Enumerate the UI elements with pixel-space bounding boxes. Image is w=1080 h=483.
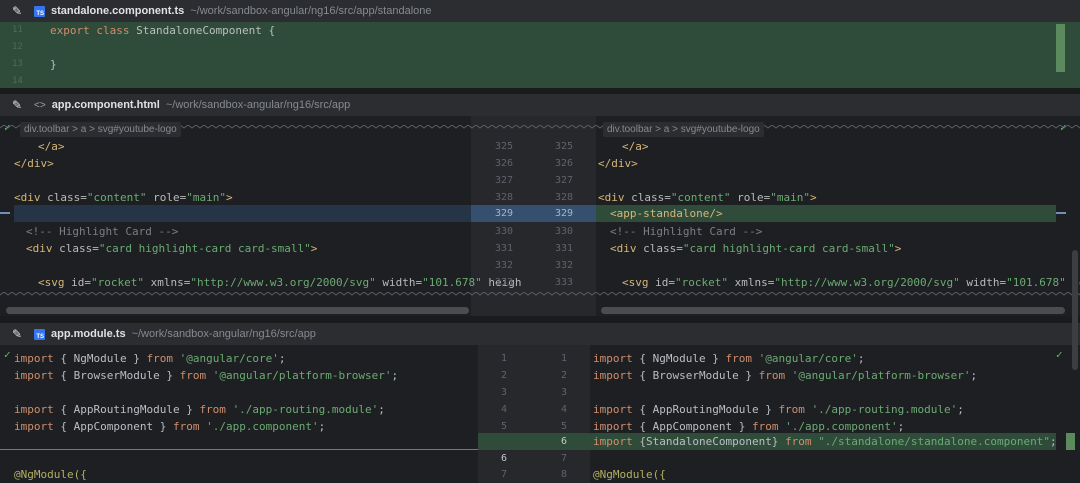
line-number: 13 [12,59,23,69]
file-path: ~/work/sandbox-angular/ng16/src/app [165,99,351,111]
code-line: @NgModule({ [14,468,87,481]
code-line: import { NgModule } from '@angular/core'… [14,352,286,365]
change-marker [0,212,10,214]
edit-icon[interactable]: ✎ [12,328,24,340]
left-line-number: 1 [500,353,508,364]
right-line-number: 326 [554,158,574,169]
file-path: ~/work/sandbox-angular/ng16/src/app/stan… [190,5,432,17]
code-line: </a> [622,140,649,153]
code-line: <div class="card highlight-card card-sma… [26,242,318,255]
file-path: ~/work/sandbox-angular/ng16/src/app [131,328,316,340]
code-line: import {StandaloneComponent} from "./sta… [593,435,1057,448]
code-line: import { AppComponent } from './app.comp… [14,420,326,433]
edit-icon[interactable]: ✎ [12,99,24,111]
vertical-scrollbar[interactable] [1072,250,1078,370]
right-line-number: 4 [560,404,568,415]
right-line-number: 325 [554,141,574,152]
code-line: export class StandaloneComponent { [50,24,276,37]
code-line: import { BrowserModule } from '@angular/… [593,369,978,382]
left-line-number: 2 [500,370,508,381]
left-line-number: 329 [494,208,514,219]
right-line-number: 333 [554,277,574,288]
file-name[interactable]: app.module.ts [51,328,126,340]
right-line-number: 328 [554,192,574,203]
modified-row-left [14,205,471,222]
code-line: <!-- Highlight Card --> [26,225,179,238]
right-line-number: 327 [554,175,574,186]
panel-divider [0,316,1080,323]
breadcrumb-right[interactable]: div.toolbar > a > svg#youtube-logo [603,122,764,137]
right-line-number: 330 [554,226,574,237]
file-name[interactable]: app.component.html [52,99,160,111]
typescript-file-icon: TS [34,5,45,17]
html-file-icon: <> [34,99,46,111]
insertion-marker [0,449,478,450]
left-line-number: 4 [500,404,508,415]
left-line-number: 325 [494,141,514,152]
right-line-number: 3 [560,387,568,398]
left-line-number: 3 [500,387,508,398]
left-line-number: 332 [494,260,514,271]
right-line-number: 329 [554,208,574,219]
change-marker [1056,212,1066,214]
line-number: 12 [12,42,23,52]
right-line-number: 7 [560,453,568,464]
right-line-number: 6 [560,436,568,447]
added-marker [1056,24,1065,72]
typescript-file-icon: TS [34,328,45,340]
edit-icon[interactable]: ✎ [12,5,24,17]
check-icon: ✓ [4,348,11,361]
left-line-number: 5 [500,421,508,432]
left-line-number: 331 [494,243,514,254]
code-line: </div> [598,157,638,170]
horizontal-scrollbar-right[interactable] [601,307,1065,314]
check-icon: ✓ [4,121,11,134]
right-line-number: 331 [554,243,574,254]
code-line: <!-- Highlight Card --> [610,225,763,238]
line-number: 11 [12,25,23,35]
left-line-number: 330 [494,226,514,237]
right-line-number: 8 [560,469,568,480]
file-header-standalone[interactable]: ✎ TS standalone.component.ts ~/work/sand… [0,0,1080,22]
code-line: } [50,58,57,71]
breadcrumb-left[interactable]: div.toolbar > a > svg#youtube-logo [20,122,181,137]
code-line: <svg id="rocket" xmlns="http://www.w3.or… [38,276,522,289]
code-line: <div class="content" role="main"> [598,191,817,204]
code-line: import { NgModule } from '@angular/core'… [593,352,865,365]
code-line: <svg id="rocket" xmlns="http://www.w3.or… [622,276,1080,289]
code-line: <app-standalone/> [610,207,723,220]
check-icon: ✓ [1056,348,1063,361]
left-line-number: 6 [500,453,508,464]
code-line: import { BrowserModule } from '@angular/… [14,369,399,382]
code-line: </a> [38,140,65,153]
horizontal-scrollbar-left[interactable] [6,307,469,314]
left-line-number: 326 [494,158,514,169]
code-line: <div class="content" role="main"> [14,191,233,204]
right-line-number: 2 [560,370,568,381]
right-line-number: 332 [554,260,574,271]
left-line-number: 333 [494,277,514,288]
file-header-app-module[interactable]: ✎ TS app.module.ts ~/work/sandbox-angula… [0,323,1080,345]
code-line: @NgModule({ [593,468,666,481]
code-line: <div class="card highlight-card card-sma… [610,242,902,255]
file-name[interactable]: standalone.component.ts [51,5,184,17]
collapsed-lines-indicator[interactable] [0,292,1080,298]
code-line: import { AppRoutingModule } from './app-… [14,403,385,416]
code-line: </div> [14,157,54,170]
check-icon: ✓ [1060,121,1067,134]
added-marker [1066,433,1075,450]
right-line-number: 1 [560,353,568,364]
code-line: import { AppRoutingModule } from './app-… [593,403,964,416]
left-line-number: 327 [494,175,514,186]
left-line-number: 328 [494,192,514,203]
file-header-app-component-html[interactable]: ✎ <> app.component.html ~/work/sandbox-a… [0,94,1080,116]
left-line-number: 7 [500,469,508,480]
